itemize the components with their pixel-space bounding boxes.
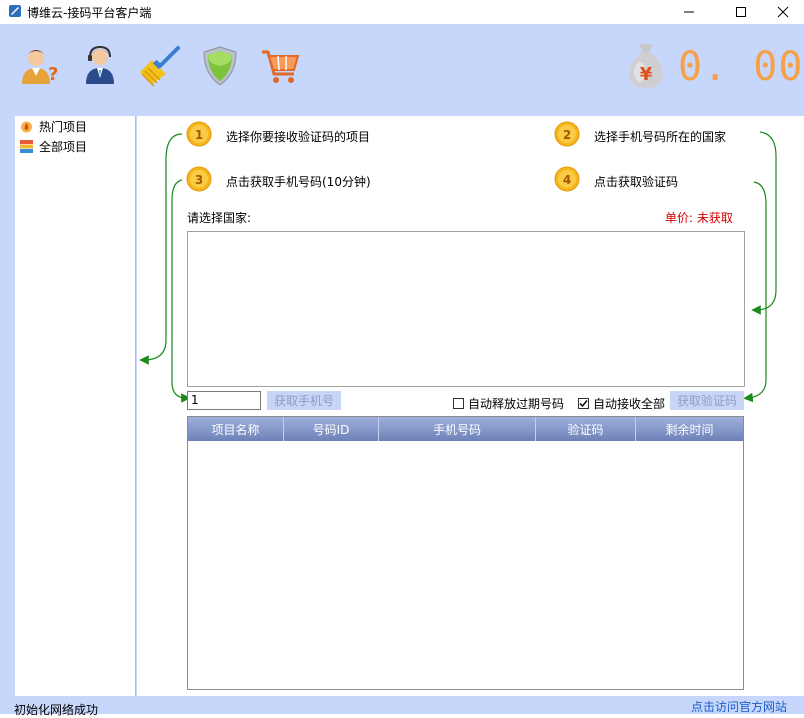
checkbox-box[interactable] <box>453 398 464 409</box>
column-header-number-id[interactable]: 号码ID <box>284 417 379 441</box>
broom-clean-icon <box>140 46 180 87</box>
orders-table[interactable]: 项目名称 号码ID 手机号码 验证码 剩余时间 <box>187 416 744 690</box>
maximize-icon <box>736 7 746 17</box>
column-header-project[interactable]: 项目名称 <box>188 417 284 441</box>
stack-icon <box>20 139 33 153</box>
checkmark-icon <box>579 400 588 408</box>
close-button[interactable] <box>760 0 804 24</box>
auto-receive-label: 自动接收全部 <box>593 397 666 411</box>
currency-symbol: ¥ <box>640 64 653 85</box>
security-button[interactable] <box>198 44 242 88</box>
official-site-link[interactable]: 点击访问官方网站 <box>691 698 787 715</box>
get-code-button[interactable]: 获取验证码 <box>670 391 744 410</box>
sidebar-item-label: 热门项目 <box>39 119 88 134</box>
money-bag-icon: ¥ <box>624 40 668 90</box>
close-icon <box>777 6 789 18</box>
app-logo-icon <box>9 5 21 17</box>
shop-button[interactable] <box>258 44 302 88</box>
column-header-code[interactable]: 验证码 <box>536 417 636 441</box>
customer-service-icon <box>86 45 114 84</box>
country-label: 请选择国家: <box>187 211 252 225</box>
auto-release-checkbox[interactable]: 自动释放过期号码 <box>453 395 564 412</box>
checkbox-box-checked[interactable] <box>578 398 589 409</box>
minimize-button[interactable] <box>666 0 712 24</box>
status-text: 初始化网络成功 <box>14 703 99 717</box>
customer-service-button[interactable] <box>80 44 124 88</box>
quantity-input[interactable]: 1 <box>187 391 261 410</box>
clean-button[interactable] <box>138 44 182 88</box>
column-header-phone[interactable]: 手机号码 <box>379 417 536 441</box>
shopping-cart-icon <box>262 50 300 83</box>
balance-amount: 0. 00 <box>678 44 804 90</box>
column-header-remaining[interactable]: 剩余时间 <box>636 417 743 441</box>
unit-price-label: 单价: 未获取 <box>665 211 733 225</box>
sidebar-item-hot-projects[interactable]: 热门项目 <box>20 117 87 135</box>
fire-icon <box>21 121 32 132</box>
sidebar-item-all-projects[interactable]: 全部项目 <box>20 137 87 155</box>
window-title: 博维云-接码平台客户端 <box>27 6 152 20</box>
shield-icon <box>203 46 237 86</box>
auto-release-label: 自动释放过期号码 <box>468 397 565 411</box>
project-sidebar: 热门项目 全部项目 <box>15 116 136 696</box>
country-list[interactable] <box>187 231 745 387</box>
sidebar-item-label: 全部项目 <box>39 139 88 154</box>
svg-text:?: ? <box>48 64 58 85</box>
title-bar: 博维云-接码平台客户端 <box>0 0 804 24</box>
auto-receive-checkbox[interactable]: 自动接收全部 <box>578 395 665 412</box>
get-phone-button[interactable]: 获取手机号 <box>267 391 341 410</box>
minimize-icon <box>684 11 694 13</box>
table-header: 项目名称 号码ID 手机号码 验证码 剩余时间 <box>188 417 743 441</box>
user-help-button[interactable]: ? <box>18 44 62 88</box>
maximize-button[interactable] <box>718 0 764 24</box>
user-help-icon: ? <box>22 50 58 85</box>
